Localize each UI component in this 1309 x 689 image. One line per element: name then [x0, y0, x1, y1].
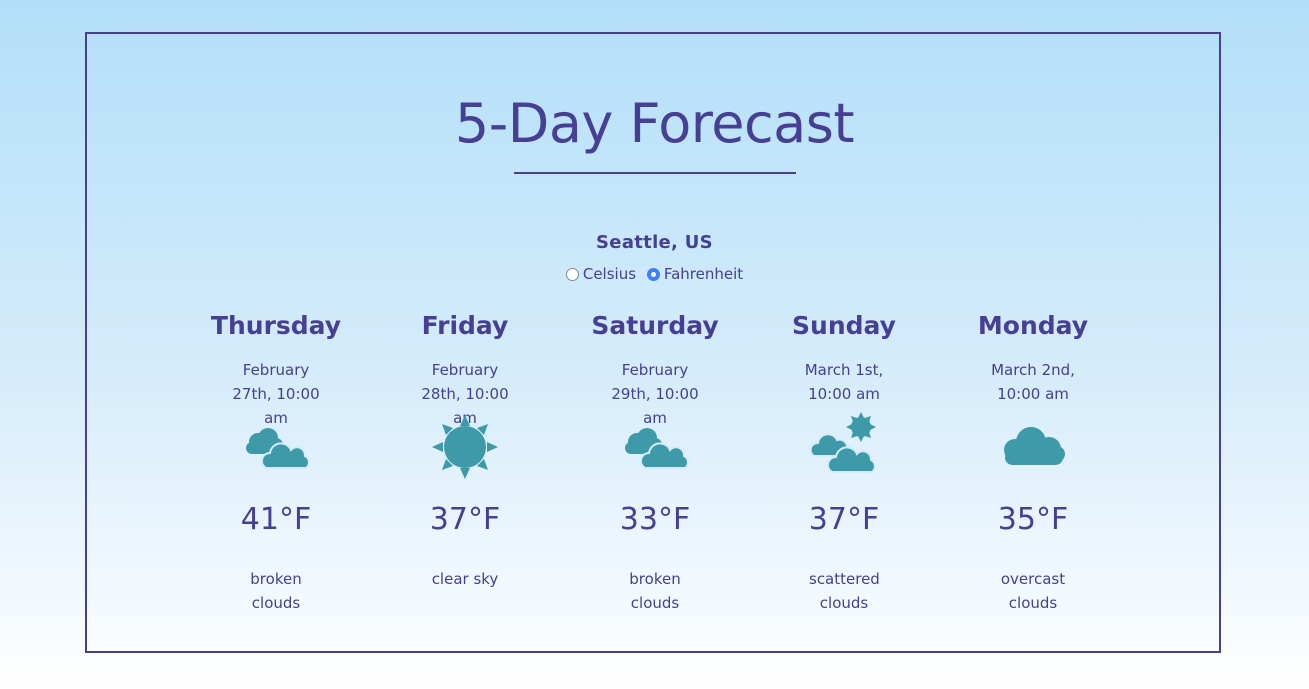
weather-description: broken clouds: [250, 570, 302, 612]
celsius-radio[interactable]: [565, 267, 579, 281]
forecast-day-card: Friday February 28th, 10:00 am 37°F clea…: [375, 310, 555, 588]
page-title: 5-Day Forecast: [454, 92, 855, 155]
fahrenheit-option[interactable]: Fahrenheit: [646, 265, 744, 283]
location-label: Seattle, US: [596, 232, 713, 253]
forecast-day-card: Saturday February 29th, 10:00 am 33°F br…: [565, 310, 745, 612]
day-name: Sunday: [792, 311, 896, 340]
day-name: Friday: [421, 311, 509, 340]
day-date: March 2nd, 10:00 am: [991, 361, 1075, 403]
temperature: 33°F: [619, 502, 691, 537]
unit-toggle: Celsius Fahrenheit: [0, 265, 1309, 285]
weather-description: overcast clouds: [1000, 570, 1066, 612]
day-name: Saturday: [591, 311, 719, 340]
fahrenheit-label: Fahrenheit: [663, 265, 744, 283]
weather-description: broken clouds: [629, 570, 681, 612]
sun-icon: [375, 415, 555, 492]
day-name: Thursday: [210, 311, 342, 340]
day-name: Monday: [977, 311, 1089, 340]
overcast-clouds-icon: [943, 420, 1123, 492]
temperature: 41°F: [240, 502, 312, 537]
weather-description: scattered clouds: [809, 570, 880, 612]
day-date: March 1st, 10:00 am: [804, 361, 884, 403]
fahrenheit-radio[interactable]: [646, 267, 660, 281]
weather-description: clear sky: [431, 570, 499, 588]
title-underline: [514, 172, 796, 174]
forecast-day-card: Thursday February 27th, 10:00 am 41°F br…: [186, 310, 366, 612]
temperature: 35°F: [997, 502, 1069, 537]
forecast-day-card: Monday March 2nd, 10:00 am 35°F overcast…: [943, 310, 1123, 612]
forecast-day-card: Sunday March 1st, 10:00 am 37°F scattere…: [754, 310, 934, 612]
temperature: 37°F: [429, 502, 501, 537]
scattered-clouds-icon: [754, 412, 934, 492]
celsius-option[interactable]: Celsius: [565, 265, 637, 283]
broken-clouds-icon: [565, 420, 745, 492]
celsius-label: Celsius: [582, 265, 637, 283]
temperature: 37°F: [808, 502, 880, 537]
broken-clouds-icon: [186, 420, 366, 492]
